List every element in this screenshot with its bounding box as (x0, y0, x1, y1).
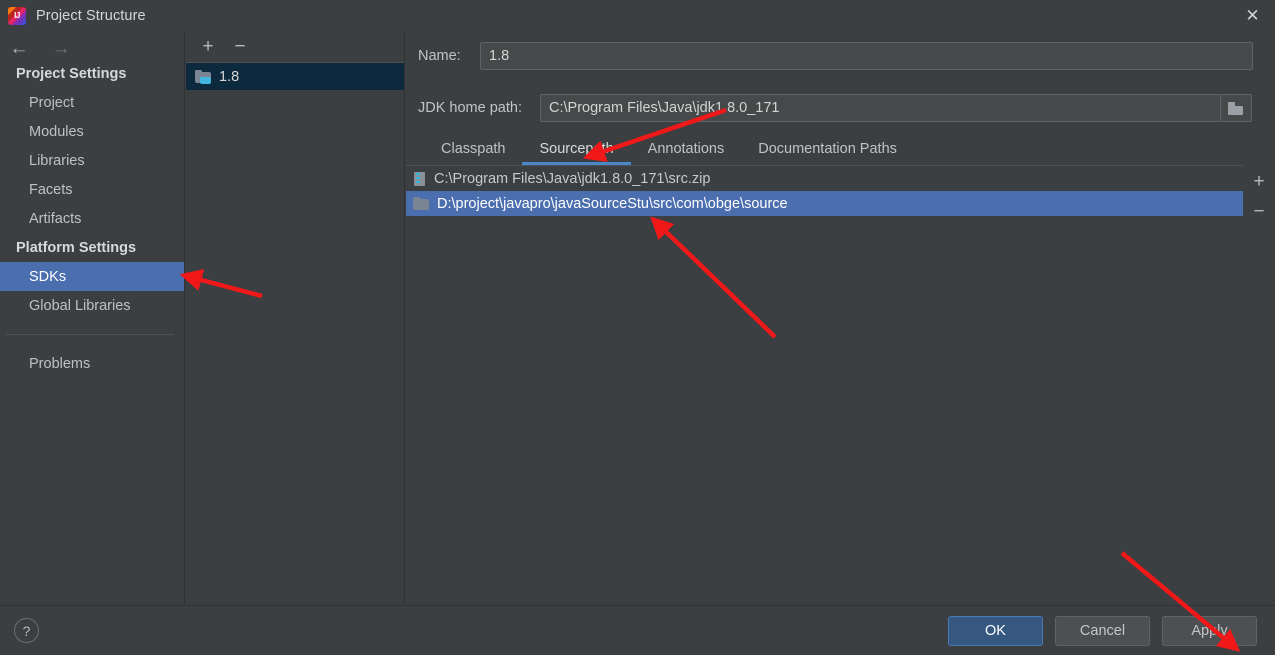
sidebar-divider (6, 334, 174, 335)
sdk-folder-icon (195, 69, 212, 84)
sidebar-nav-row: ← → (0, 31, 184, 59)
sdk-list-item-1-8[interactable]: 1.8 (186, 63, 404, 90)
tab-documentation-paths[interactable]: Documentation Paths (741, 133, 914, 165)
project-structure-dialog: Project Structure ✕ ← → Project Settings… (0, 0, 1275, 655)
sidebar-group-platform-settings: Platform Settings (16, 239, 137, 256)
sdk-list-toolbar: + − (186, 31, 404, 63)
tab-sourcepath[interactable]: Sourcepath (522, 133, 631, 165)
plus-icon[interactable]: + (197, 36, 219, 58)
intellij-idea-logo-icon (8, 6, 26, 25)
folder-browse-icon[interactable] (1220, 94, 1252, 122)
dialog-footer: ? OK Cancel Apply (0, 605, 1275, 655)
sdk-detail-panel: Name: 1.8 JDK home path: C:\Program File… (406, 31, 1275, 605)
list-item[interactable]: C:\Program Files\Java\jdk1.8.0_171\src.z… (406, 166, 1243, 191)
close-icon[interactable]: ✕ (1230, 0, 1275, 31)
sidebar-item-artifacts[interactable]: Artifacts (0, 204, 184, 233)
help-icon[interactable]: ? (14, 618, 39, 643)
sdk-list-panel: + − 1.8 (186, 31, 405, 605)
apply-button[interactable]: Apply (1162, 615, 1257, 646)
list-item-label: D:\project\javapro\javaSourceStu\src\com… (437, 195, 788, 212)
settings-sidebar: ← → Project Settings Project Modules Lib… (0, 31, 185, 605)
minus-icon[interactable]: − (229, 36, 251, 58)
sidebar-item-problems[interactable]: Problems (0, 349, 184, 378)
tab-annotations[interactable]: Annotations (631, 133, 742, 165)
dialog-button-group: OK Cancel Apply (948, 615, 1275, 646)
plus-icon[interactable]: + (1248, 171, 1270, 191)
ok-button[interactable]: OK (948, 615, 1043, 646)
jdk-home-path-row: JDK home path: C:\Program Files\Java\jdk… (406, 81, 1275, 131)
window-title: Project Structure (36, 7, 146, 24)
sidebar-item-facets[interactable]: Facets (0, 175, 184, 204)
tab-classpath[interactable]: Classpath (424, 133, 522, 165)
sidebar-item-global-libraries[interactable]: Global Libraries (0, 291, 184, 320)
sidebar-item-project[interactable]: Project (0, 88, 184, 117)
jdk-home-path-label: JDK home path: (418, 100, 522, 116)
arrow-left-icon[interactable]: ← (8, 39, 30, 58)
name-input[interactable]: 1.8 (480, 42, 1253, 70)
list-item-label: C:\Program Files\Java\jdk1.8.0_171\src.z… (434, 170, 711, 187)
sourcepath-list: C:\Program Files\Java\jdk1.8.0_171\src.z… (406, 165, 1243, 585)
sourcepath-side-toolbar: + − (1243, 165, 1275, 221)
sidebar-item-modules[interactable]: Modules (0, 117, 184, 146)
name-label: Name: (418, 48, 461, 64)
detail-tabs: Classpath Sourcepath Annotations Documen… (406, 131, 1275, 165)
sidebar-group-project-settings: Project Settings (16, 65, 127, 82)
jdk-home-path-input[interactable]: C:\Program Files\Java\jdk1.8.0_171 (540, 94, 1221, 122)
minus-icon[interactable]: − (1248, 201, 1270, 221)
sourcepath-section: C:\Program Files\Java\jdk1.8.0_171\src.z… (406, 165, 1275, 585)
cancel-button[interactable]: Cancel (1055, 615, 1150, 646)
sdk-list-item-label: 1.8 (219, 68, 240, 85)
arrow-right-icon[interactable]: → (50, 39, 72, 58)
archive-icon (413, 171, 427, 187)
list-item[interactable]: D:\project\javapro\javaSourceStu\src\com… (406, 191, 1243, 216)
name-field-row: Name: 1.8 (406, 31, 1275, 81)
title-bar: Project Structure ✕ (0, 0, 1275, 31)
sidebar-item-libraries[interactable]: Libraries (0, 146, 184, 175)
sidebar-item-sdks[interactable]: SDKs (0, 262, 184, 291)
folder-icon (413, 196, 430, 211)
